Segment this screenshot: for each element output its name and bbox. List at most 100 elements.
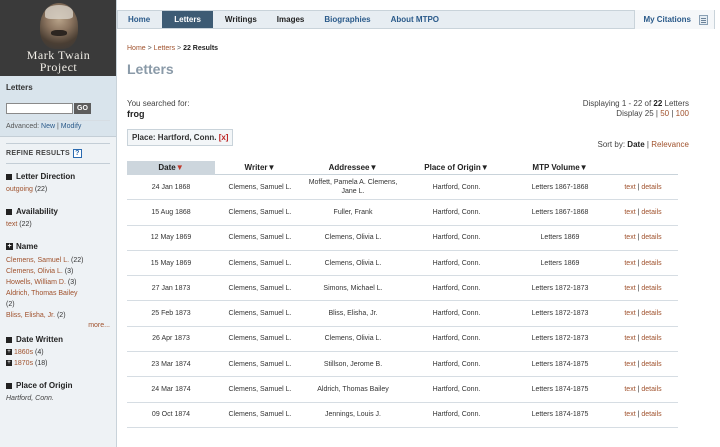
details-link[interactable]: details xyxy=(641,335,661,342)
facet-value-link[interactable]: text xyxy=(6,221,17,228)
advanced-label: Advanced: xyxy=(6,123,40,131)
breadcrumb: Home > Letters > 22 Results xyxy=(127,45,692,52)
action-sep: | xyxy=(637,284,640,292)
sidebar-search: Letters GO Advanced: New | Modify xyxy=(0,76,116,138)
header-label: Place of Origin xyxy=(424,162,481,172)
more-names-link[interactable]: more... xyxy=(6,322,110,329)
cell-date: 26 Apr 1873 xyxy=(152,335,190,343)
column-header-date[interactable]: Date▼ xyxy=(127,160,215,175)
facet-count: (3) xyxy=(64,268,74,276)
tab-letters[interactable]: Letters xyxy=(162,11,213,28)
main-content: Home > Letters > 22 Results Letters You … xyxy=(127,30,692,428)
cell-date: 15 May 1869 xyxy=(150,259,192,267)
text-link[interactable]: text xyxy=(624,209,635,216)
text-link[interactable]: text xyxy=(624,260,635,267)
action-sep: | xyxy=(637,360,640,368)
display-100-link[interactable]: 100 xyxy=(676,109,689,118)
sort-date-option[interactable]: Date xyxy=(627,140,644,149)
facet-expand-icon[interactable]: + xyxy=(6,243,13,251)
name-link[interactable]: Clemens, Olivia L. xyxy=(6,268,63,275)
sort-controls: Sort by: Date | Relevance xyxy=(597,140,689,149)
details-link[interactable]: details xyxy=(641,285,661,292)
text-link[interactable]: text xyxy=(624,234,635,241)
text-link[interactable]: text xyxy=(624,184,635,191)
tab-images[interactable]: Images xyxy=(267,11,315,28)
details-link[interactable]: details xyxy=(641,184,661,191)
site-logo[interactable]: Mark Twain Project xyxy=(0,0,116,76)
cell-addressee: Bliss, Elisha, Jr. xyxy=(328,310,378,318)
decade-link[interactable]: 1870s xyxy=(14,360,33,367)
text-link[interactable]: text xyxy=(624,411,635,418)
tab-home[interactable]: Home xyxy=(118,11,160,28)
facet-value-link[interactable]: outgoing xyxy=(6,186,33,193)
cell-writer: Clemens, Samuel L. xyxy=(228,386,292,394)
cell-addressee: Clemens, Olivia L. xyxy=(324,259,382,267)
name-link[interactable]: Bliss, Elisha, Jr. xyxy=(6,312,55,319)
help-icon[interactable]: ? xyxy=(72,149,82,159)
expand-plus-icon[interactable]: + xyxy=(6,360,12,367)
expand-plus-icon[interactable]: + xyxy=(6,349,12,356)
filter-label: Place: Hartford, Conn. xyxy=(132,133,217,142)
details-link[interactable]: details xyxy=(641,386,661,393)
details-link[interactable]: details xyxy=(641,310,661,317)
text-link[interactable]: text xyxy=(624,310,635,317)
sort-arrow-icon: ▼ xyxy=(175,162,184,172)
column-header-writer[interactable]: Writer▼ xyxy=(215,161,305,175)
facet-count: (2) xyxy=(6,301,15,309)
facet-collapse-icon[interactable] xyxy=(6,208,12,215)
facet-collapse-icon[interactable] xyxy=(6,336,12,343)
text-link[interactable]: text xyxy=(624,335,635,342)
search-label: Letters xyxy=(6,83,33,92)
tab-writings[interactable]: Writings xyxy=(215,11,267,28)
my-citations-button[interactable]: My Citations xyxy=(634,10,714,29)
details-link[interactable]: details xyxy=(641,234,661,241)
tab-about[interactable]: About MTPO xyxy=(381,11,449,28)
search-input[interactable] xyxy=(6,102,73,114)
name-link[interactable]: Aldrich, Thomas Bailey xyxy=(6,290,77,297)
cell-actions: text | details xyxy=(608,360,678,369)
modify-search-link[interactable]: Modify xyxy=(61,123,82,130)
text-link[interactable]: text xyxy=(624,361,635,368)
breadcrumb-letters[interactable]: Letters xyxy=(154,45,175,52)
cell-date: 12 May 1869 xyxy=(150,234,192,242)
breadcrumb-home[interactable]: Home xyxy=(127,45,146,52)
tab-biographies[interactable]: Biographies xyxy=(314,11,380,28)
breadcrumb-sep: > xyxy=(175,45,184,52)
decade-link[interactable]: 1860s xyxy=(14,349,33,356)
cell-place: Hartford, Conn. xyxy=(432,386,481,394)
display-50-link[interactable]: 50 xyxy=(660,109,669,118)
action-sep: | xyxy=(637,208,640,216)
cell-volume: Letters 1872-1873 xyxy=(531,335,589,343)
facet-title: Availability xyxy=(16,207,58,217)
cell-date: 24 Jan 1868 xyxy=(151,183,191,191)
advanced-search-links: Advanced: New | Modify xyxy=(6,123,110,130)
cell-place: Hartford, Conn. xyxy=(432,284,481,292)
text-link[interactable]: text xyxy=(624,386,635,393)
details-link[interactable]: details xyxy=(641,411,661,418)
facet-collapse-icon[interactable] xyxy=(6,173,12,180)
details-link[interactable]: details xyxy=(641,361,661,368)
sort-relevance-link[interactable]: Relevance xyxy=(651,140,689,149)
breadcrumb-sep: > xyxy=(145,45,154,52)
facet-collapse-icon[interactable] xyxy=(6,382,12,389)
name-link[interactable]: Clemens, Samuel L. xyxy=(6,257,69,264)
cell-writer: Clemens, Samuel L. xyxy=(228,284,292,292)
cell-addressee: Fuller, Frank xyxy=(333,208,373,216)
details-link[interactable]: details xyxy=(641,260,661,267)
table-row: 24 Jan 1868 Clemens, Samuel L. Moffett, Pa… xyxy=(127,175,678,201)
name-link[interactable]: Howells, William D. xyxy=(6,279,66,286)
details-link[interactable]: details xyxy=(641,209,661,216)
text-link[interactable]: text xyxy=(624,285,635,292)
displaying-total: 22 xyxy=(653,99,663,108)
sidebar: Mark Twain Project Letters GO Advanced: … xyxy=(0,0,117,447)
list-item: +1860s (4) xyxy=(6,347,110,358)
facet-title: Date Written xyxy=(16,335,63,345)
cell-writer: Clemens, Samuel L. xyxy=(228,360,292,368)
remove-filter-button[interactable]: [x] xyxy=(219,133,229,142)
new-search-link[interactable]: New xyxy=(41,123,55,130)
column-header-addressee[interactable]: Addressee▼ xyxy=(305,161,401,175)
go-button[interactable]: GO xyxy=(74,102,91,114)
column-header-place-of-origin[interactable]: Place of Origin▼ xyxy=(401,161,512,175)
column-header-mtp-volume[interactable]: MTP Volume▼ xyxy=(512,161,608,175)
cell-date: 09 Oct 1874 xyxy=(151,411,191,419)
